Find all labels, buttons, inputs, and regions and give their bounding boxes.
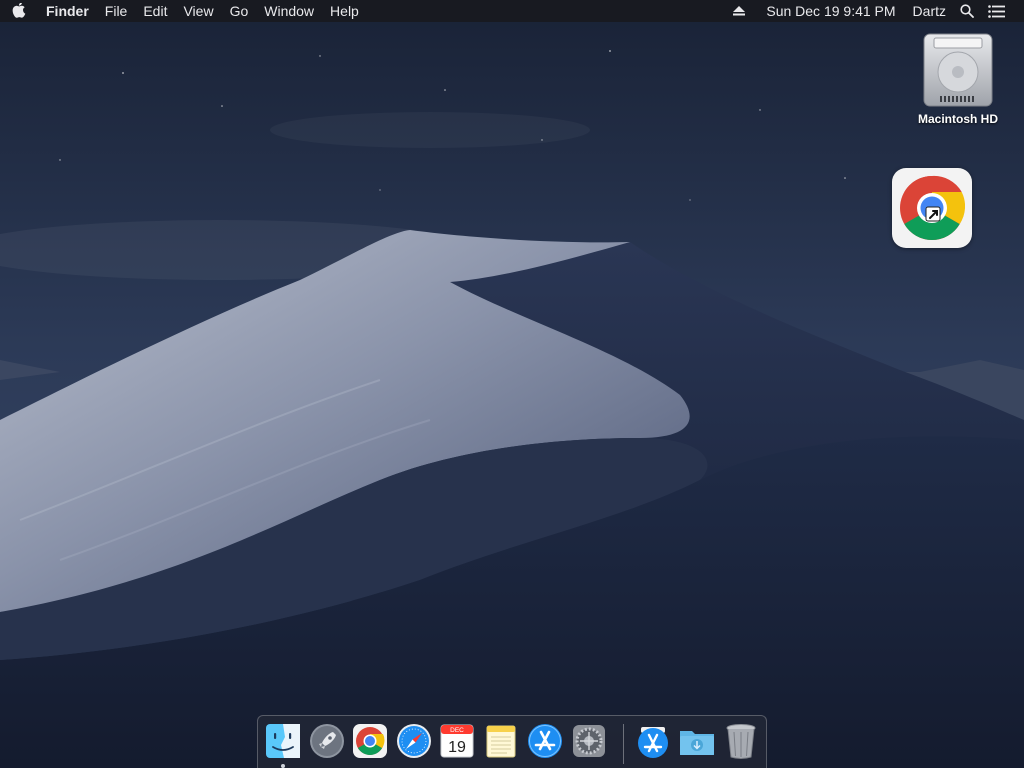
menu-window[interactable]: Window [256, 0, 322, 22]
calendar-day-text: 19 [448, 739, 466, 756]
menu-app-finder[interactable]: Finder [38, 0, 97, 22]
menu-bar-status: Sun Dec 19 9:41 PM Dartz [726, 0, 1024, 22]
menu-help[interactable]: Help [322, 0, 367, 22]
menu-bar-left: Finder File Edit View Go Window Help [0, 0, 367, 22]
hard-drive-icon [923, 33, 993, 107]
dock-downloads[interactable] [678, 722, 716, 760]
dock-system-preferences[interactable] [570, 722, 608, 760]
chrome-icon [353, 724, 387, 758]
google-chrome-alias-icon [892, 168, 972, 248]
system-preferences-icon [573, 725, 605, 757]
menu-view[interactable]: View [175, 0, 221, 22]
finder-icon [266, 724, 300, 758]
app-store-icon [528, 724, 562, 758]
dock-applications-stack[interactable] [634, 722, 672, 760]
menu-go[interactable]: Go [222, 0, 257, 22]
dock-app-store[interactable] [526, 722, 564, 760]
dock-calendar[interactable]: DEC 19 [438, 722, 476, 760]
menu-file[interactable]: File [97, 0, 136, 22]
desktop-item-chrome-alias[interactable] [892, 168, 972, 248]
dock-chrome[interactable] [351, 722, 389, 760]
applications-stack-icon [638, 727, 668, 758]
dock-launchpad[interactable] [308, 722, 346, 760]
downloads-folder-icon [680, 731, 714, 755]
spotlight-search-icon[interactable] [953, 4, 981, 18]
desktop-wallpaper [0, 0, 1024, 768]
calendar-month-text: DEC [450, 727, 464, 734]
menu-bar: Finder File Edit View Go Window Help Sun… [0, 0, 1024, 22]
launchpad-icon [310, 724, 344, 758]
dock-separator [623, 724, 624, 764]
desktop-item-macintosh-hd[interactable]: Macintosh HD [912, 30, 1004, 126]
notification-center-icon[interactable] [981, 4, 1012, 18]
apple-logo-icon[interactable] [0, 0, 38, 22]
trash-icon [726, 724, 756, 759]
calendar-icon: DEC 19 [440, 724, 474, 758]
eject-icon[interactable] [726, 6, 752, 16]
dock: DEC 19 [257, 715, 767, 768]
menu-user[interactable]: Dartz [903, 0, 953, 22]
finder-running-indicator [281, 764, 285, 768]
menu-clock[interactable]: Sun Dec 19 9:41 PM [752, 0, 902, 22]
safari-icon [397, 724, 431, 758]
menu-edit[interactable]: Edit [135, 0, 175, 22]
dock-finder[interactable] [264, 722, 302, 760]
desktop-item-label: Macintosh HD [917, 112, 998, 126]
dock-safari[interactable] [395, 722, 433, 760]
dock-trash[interactable] [722, 722, 760, 760]
dock-notes[interactable] [482, 722, 520, 760]
notes-icon [486, 725, 516, 758]
